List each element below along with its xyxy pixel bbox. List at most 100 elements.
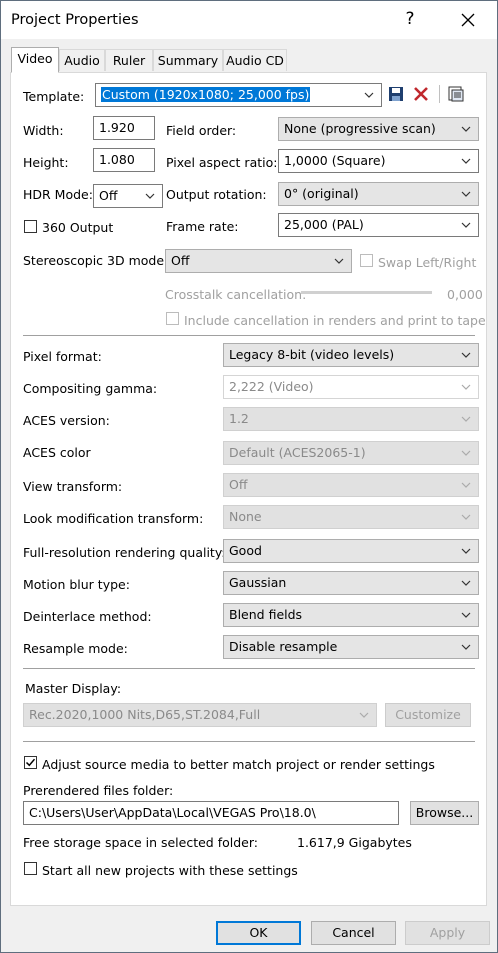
save-icon: [389, 87, 403, 101]
aces-color-select[interactable]: Default (ACES2065-1): [223, 441, 479, 465]
deinterlace-value: Blend fields: [229, 607, 303, 622]
match-media-button[interactable]: [447, 85, 465, 103]
chevron-down-icon: [461, 222, 471, 228]
full-res-label: Full-resolution rendering quality:: [23, 545, 226, 560]
start-all-checkbox[interactable]: [24, 862, 37, 875]
close-button[interactable]: [453, 9, 483, 32]
chevron-down-icon: [334, 258, 344, 264]
chevron-down-icon: [461, 158, 471, 164]
output-rotation-select[interactable]: 0° (original): [278, 182, 479, 206]
adjust-source-label: Adjust source media to better match proj…: [42, 757, 435, 772]
chevron-down-icon: [461, 644, 471, 650]
pixel-format-select[interactable]: Legacy 8-bit (video levels): [223, 343, 479, 367]
tab-summary[interactable]: Summary: [153, 49, 223, 71]
compositing-gamma-select[interactable]: 2,222 (Video): [223, 375, 479, 399]
aces-color-label: ACES color: [23, 445, 91, 460]
motion-blur-select[interactable]: Gaussian: [223, 571, 479, 595]
view-transform-value: Off: [229, 477, 248, 492]
chevron-down-icon: [461, 416, 471, 422]
frame-rate-select[interactable]: 25,000 (PAL): [278, 213, 479, 237]
apply-button[interactable]: Apply: [405, 921, 490, 945]
tab-ruler[interactable]: Ruler: [105, 49, 153, 71]
deinterlace-label: Deinterlace method:: [23, 609, 152, 624]
resample-select[interactable]: Disable resample: [223, 635, 479, 659]
look-mod-label: Look modification transform:: [23, 511, 204, 526]
chevron-down-icon: [359, 712, 369, 718]
delete-icon: [414, 87, 428, 101]
field-order-select[interactable]: None (progressive scan): [278, 117, 479, 141]
view-transform-select[interactable]: Off: [223, 473, 479, 497]
pixel-format-label: Pixel format:: [23, 349, 102, 364]
crosstalk-slider[interactable]: [301, 291, 432, 294]
close-icon: [461, 13, 475, 27]
save-template-button[interactable]: [387, 85, 405, 103]
look-mod-select[interactable]: None: [223, 505, 479, 529]
ok-button[interactable]: OK: [216, 921, 301, 945]
free-storage-label: Free storage space in selected folder:: [23, 835, 258, 850]
include-cancellation-label: Include cancellation in renders and prin…: [184, 313, 486, 328]
pixel-aspect-select[interactable]: 1,0000 (Square): [278, 149, 479, 173]
browse-button[interactable]: Browse...: [410, 801, 479, 825]
tab-video[interactable]: Video: [11, 47, 59, 73]
chevron-down-icon: [461, 191, 471, 197]
height-input[interactable]: 1.080: [93, 148, 155, 172]
chevron-down-icon: [461, 482, 471, 488]
height-label: Height:: [23, 155, 69, 170]
tab-audio-cd[interactable]: Audio CD: [223, 49, 287, 71]
help-button[interactable]: ?: [395, 9, 425, 29]
360-output-label: 360 Output: [42, 220, 114, 235]
master-display-select[interactable]: Rec.2020,1000 Nits,D65,ST.2084,Full: [23, 703, 377, 727]
resample-value: Disable resample: [229, 639, 338, 654]
look-mod-value: None: [229, 509, 262, 524]
chevron-down-icon: [461, 612, 471, 618]
cancel-button[interactable]: Cancel: [311, 921, 396, 945]
divider: [23, 335, 475, 336]
stereo-3d-label: Stereoscopic 3D mode:: [23, 253, 169, 268]
deinterlace-select[interactable]: Blend fields: [223, 603, 479, 627]
hdr-mode-select[interactable]: Off: [93, 184, 163, 208]
pixel-aspect-label: Pixel aspect ratio:: [166, 155, 278, 170]
360-output-checkbox[interactable]: [24, 220, 37, 233]
delete-template-button[interactable]: [412, 85, 430, 103]
customize-button[interactable]: Customize: [385, 703, 471, 727]
free-storage-value: 1.617,9 Gigabytes: [297, 835, 412, 850]
swap-left-right-label: Swap Left/Right: [378, 255, 477, 270]
motion-blur-label: Motion blur type:: [23, 577, 130, 592]
include-cancellation-checkbox[interactable]: [166, 312, 179, 325]
view-transform-label: View transform:: [23, 479, 123, 494]
tab-audio[interactable]: Audio: [59, 49, 105, 71]
width-input[interactable]: 1.920: [93, 116, 155, 140]
frame-rate-label: Frame rate:: [166, 219, 239, 234]
aces-version-label: ACES version:: [23, 413, 110, 428]
aces-color-value: Default (ACES2065-1): [229, 445, 366, 460]
full-res-select[interactable]: Good: [223, 539, 479, 563]
stereo-3d-value: Off: [171, 253, 190, 268]
template-select[interactable]: Custom (1920x1080; 25,000 fps): [95, 83, 382, 107]
aces-version-select[interactable]: 1.2: [223, 407, 479, 431]
start-all-label: Start all new projects with these settin…: [42, 863, 298, 878]
divider: [23, 668, 475, 669]
chevron-down-icon: [461, 384, 471, 390]
swap-left-right-checkbox[interactable]: [360, 254, 373, 267]
output-rotation-value: 0° (original): [284, 186, 359, 201]
hdr-mode-value: Off: [99, 188, 118, 203]
crosstalk-value: 0,000: [447, 287, 483, 302]
chevron-down-icon: [461, 514, 471, 520]
prerendered-folder-input[interactable]: C:\Users\User\AppData\Local\VEGAS Pro\18…: [23, 801, 399, 825]
template-label: Template:: [23, 89, 85, 104]
compositing-gamma-value: 2,222 (Video): [229, 379, 314, 394]
full-res-value: Good: [229, 543, 262, 558]
width-label: Width:: [23, 123, 64, 138]
pixel-aspect-value: 1,0000 (Square): [284, 153, 386, 168]
chevron-down-icon: [461, 126, 471, 132]
output-rotation-label: Output rotation:: [166, 187, 267, 202]
checkmark-icon: [25, 758, 36, 767]
field-order-label: Field order:: [166, 123, 237, 138]
chevron-down-icon: [461, 352, 471, 358]
template-value: Custom (1920x1080; 25,000 fps): [101, 87, 311, 102]
chevron-down-icon: [364, 92, 374, 98]
aces-version-value: 1.2: [229, 411, 249, 426]
adjust-source-checkbox[interactable]: [24, 756, 37, 769]
stereo-3d-select[interactable]: Off: [165, 249, 352, 273]
chevron-down-icon: [461, 580, 471, 586]
